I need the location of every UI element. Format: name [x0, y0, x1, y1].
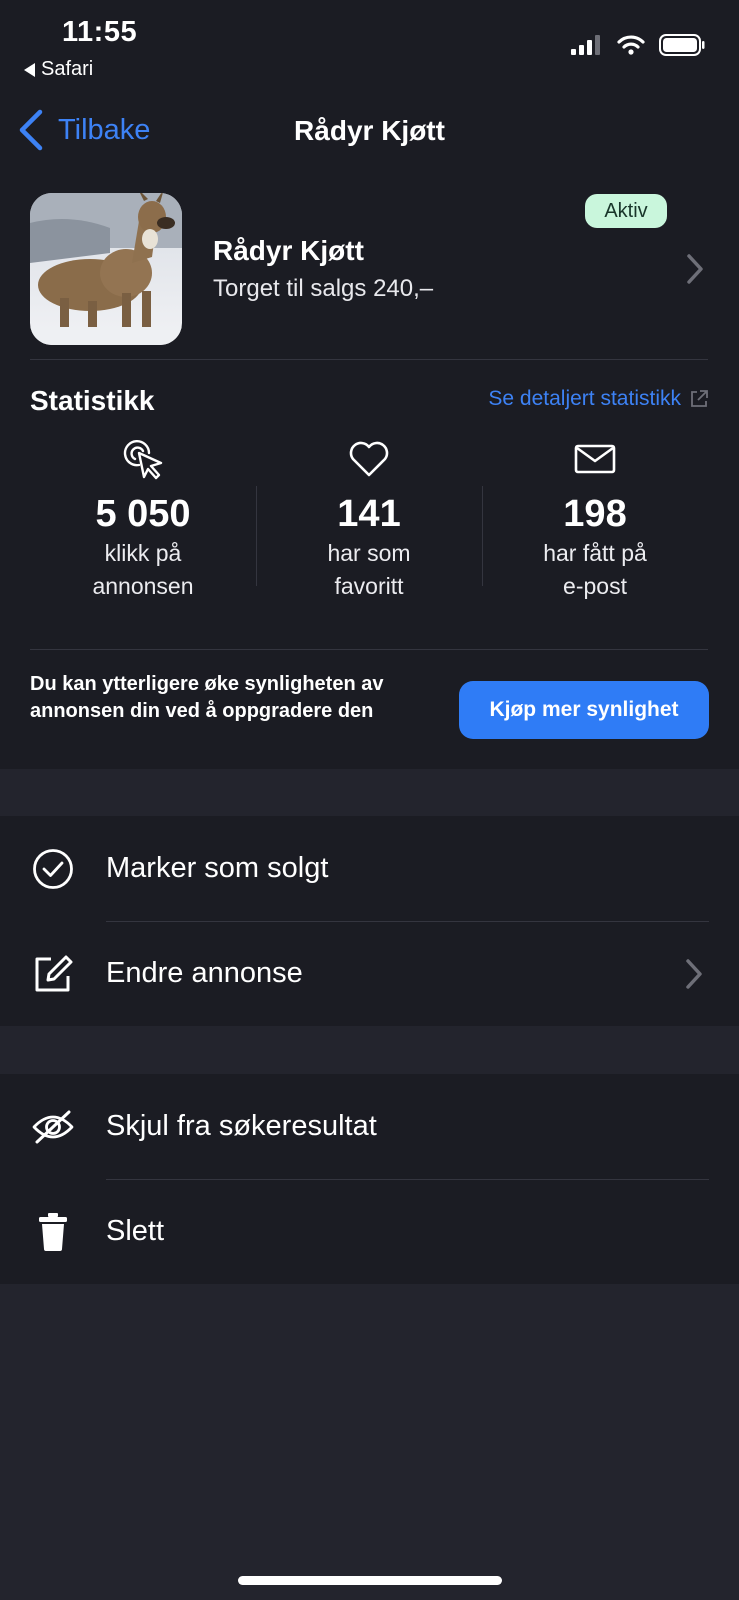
cellular-signal-icon [571, 35, 600, 55]
emails-label-line1: har fått på [543, 540, 647, 566]
emails-label-line2: e-post [563, 573, 627, 599]
back-to-safari[interactable]: Safari [24, 58, 93, 81]
stat-emails: 198 har fått på e-post [482, 435, 708, 602]
promo-text: Du kan ytterligere øke synligheten av an… [30, 673, 384, 722]
hide-from-search-row[interactable]: Skjul fra søkeresultat [0, 1074, 739, 1179]
ad-summary-card: Aktiv Rådyr Kjøtt Torget til salgs 240,–… [0, 173, 739, 769]
stat-clicks: 5 050 klikk på annonsen [30, 435, 256, 602]
edit-icon [35, 955, 73, 991]
ad-title[interactable]: Rådyr Kjøtt [213, 235, 364, 267]
back-triangle-icon [24, 62, 35, 77]
ad-subtitle: Torget til salgs 240,– [213, 275, 434, 302]
hide-from-search-label: Skjul fra søkeresultat [106, 1110, 377, 1142]
ad-thumbnail[interactable] [30, 193, 182, 345]
clock: 11:55 [62, 16, 138, 48]
clicks-value: 5 050 [95, 493, 191, 535]
emails-value: 198 [563, 493, 627, 535]
ad-actions-group: Marker som solgt Endre annonse [0, 816, 739, 1026]
back-app-label: Safari [41, 58, 94, 80]
home-indicator[interactable] [238, 1576, 502, 1585]
ad-visibility-group: Skjul fra søkeresultat Slett [0, 1074, 739, 1284]
clicks-label-line1: klikk på [104, 540, 182, 566]
mark-sold-label: Marker som solgt [106, 852, 329, 884]
battery-icon [659, 34, 705, 56]
stat-favorites: 141 har som favoritt [256, 435, 482, 602]
mail-icon [574, 444, 616, 474]
edit-ad-row[interactable]: Endre annonse [0, 921, 739, 1026]
page-title: Rådyr Kjøtt [294, 115, 445, 146]
chevron-right-icon [686, 958, 702, 989]
status-badge: Aktiv [585, 194, 667, 228]
external-link-icon [691, 390, 708, 407]
delete-label: Slett [106, 1215, 165, 1247]
mark-sold-row[interactable]: Marker som solgt [0, 816, 739, 921]
trash-icon [39, 1212, 67, 1251]
favorites-label-line1: har som [327, 540, 411, 566]
detailed-statistics-label: Se detaljert statistikk [488, 387, 681, 410]
deer-photo [30, 193, 182, 345]
heart-icon [349, 441, 389, 477]
check-circle-icon [33, 848, 73, 889]
divider [30, 359, 708, 360]
statistics-title: Statistikk [30, 385, 155, 416]
eye-off-icon [32, 1110, 74, 1143]
edit-ad-label: Endre annonse [106, 957, 303, 989]
favorites-label-line2: favoritt [334, 573, 404, 599]
clicks-label-line2: annonsen [92, 573, 194, 599]
favorites-value: 141 [337, 493, 401, 535]
status-bar: 11:55 Safari [0, 0, 739, 95]
system-icons [571, 34, 705, 56]
click-cursor-icon [123, 439, 163, 480]
divider [30, 649, 708, 650]
navigation-bar: Tilbake Rådyr Kjøtt [0, 95, 739, 174]
delete-row[interactable]: Slett [0, 1179, 739, 1284]
chevron-right-icon[interactable] [686, 253, 704, 285]
detailed-statistics-link[interactable]: Se detaljert statistikk [488, 387, 709, 411]
wifi-icon [617, 35, 645, 55]
buy-visibility-button[interactable]: Kjøp mer synlighet [459, 681, 709, 739]
